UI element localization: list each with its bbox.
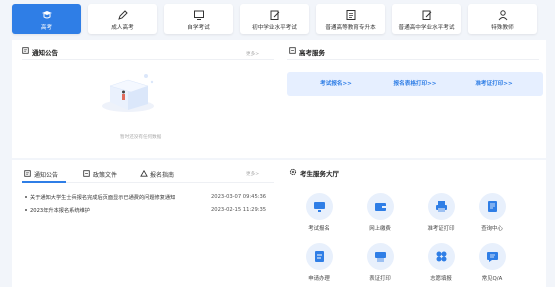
hall-item-online-payment[interactable]: 网上缴费 [356,193,404,232]
hall-item-label: 申请办理 [308,276,330,282]
divider [287,59,539,60]
hall-item-label: 查询中心 [481,226,503,232]
tab-label: 普通高等教育专升本 [325,25,376,31]
tab-label: 自学考试 [187,25,210,31]
notice-row-date: 2023-02-15 11:29:35 [211,207,267,213]
notice-row-date: 2023-03-07 09:45:36 [211,194,267,200]
tab-senior-exam[interactable]: 普通高中学业水平考试 [392,4,461,34]
screen-icon [193,10,204,20]
tab-gaokao[interactable]: 高考 [12,4,81,34]
empty-state-illustration [102,74,154,112]
policy-icon [83,170,90,177]
gear-icon [289,168,297,176]
top-nav: 高考 成人高考 自学考试 初中学业水平考试 普通高等教育专升本 普通高中学业水平… [12,4,546,36]
tab-policy[interactable]: 政策文件 [93,170,117,179]
hall-item-label: 考试报名 [308,226,330,232]
guide-icon [140,170,148,177]
hall-item-query-center[interactable]: 查询中心 [468,193,516,232]
top-section [12,40,546,158]
tab-label: 特殊教师 [491,25,514,31]
hall-item-label: 常见Q/A [481,276,503,282]
notice-tab-icon [24,170,31,177]
notice-icon [22,47,29,54]
notice-tabs-more-link[interactable]: 更多> [246,171,259,177]
monitor-icon [313,202,325,212]
tab-label: 高考 [40,25,53,31]
service-icon [289,47,296,54]
hall-item-application[interactable]: 申请办理 [295,243,343,282]
bullet [25,209,27,211]
empty-state-text: 暂时还没有任何数据 [120,135,162,140]
bullet [25,196,27,198]
qa-icon [486,252,498,262]
notice-title: 通知公告 [32,49,58,57]
hall-item-certificate-print[interactable]: 表证打印 [356,243,404,282]
form-icon [314,251,324,262]
notice-row-title[interactable]: 2023年升本报名系统维护 [30,207,90,214]
document-icon [346,10,355,20]
service-hall-title: 考生服务大厅 [300,170,339,178]
grid-icon [436,251,446,262]
printer-icon [435,201,447,212]
edit-icon [270,10,279,20]
document-search-icon [487,201,497,212]
graduation-cap-icon [41,11,52,19]
hall-item-faq[interactable]: 常见Q/A [468,243,516,282]
tab-special-teacher[interactable]: 特殊教师 [468,4,537,34]
hall-item-label: 准考证打印 [427,226,455,232]
admission-ticket-print-button[interactable]: 准考证打印>> [445,72,543,96]
hall-item-admission-print[interactable]: 准考证打印 [417,193,465,232]
edit-icon [422,10,431,20]
bottom-section [12,160,546,287]
hall-item-exam-registration[interactable]: 考试报名 [295,193,343,232]
hall-item-label: 志愿填报 [430,276,452,282]
notice-more-link[interactable]: 更多> [246,51,259,57]
tab-upgrade-exam[interactable]: 普通高等教育专升本 [316,4,385,34]
print-card-icon [374,252,386,262]
wallet-icon [374,203,386,211]
tab-guide[interactable]: 报名指南 [150,170,174,179]
hall-item-volunteer-fill[interactable]: 志愿填报 [417,243,465,282]
hall-item-label: 表证打印 [369,276,391,282]
tab-label: 普通高中学业水平考试 [398,25,455,31]
tab-adult-exam[interactable]: 成人高考 [88,4,157,34]
tab-label: 成人高考 [111,25,134,31]
tab-notice[interactable]: 通知公告 [34,170,58,179]
notice-row-title[interactable]: 关于通知大学生士兵报名完成后页面显示已通费的问题修复通知 [30,194,175,201]
gaokao-service-title: 高考服务 [299,49,325,57]
divider [22,59,274,60]
hall-item-label: 网上缴费 [369,226,391,232]
tab-junior-exam[interactable]: 初中学业水平考试 [240,4,309,34]
person-icon [498,10,507,21]
pen-icon [117,10,128,20]
tab-self-study[interactable]: 自学考试 [164,4,233,34]
active-tab-underline [22,181,66,183]
tab-label: 初中学业水平考试 [252,25,297,31]
